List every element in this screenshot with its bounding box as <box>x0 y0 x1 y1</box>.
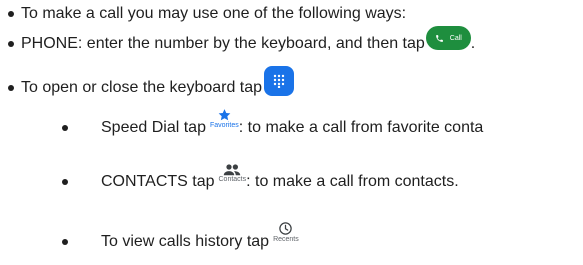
people-icon <box>224 164 241 176</box>
bullet-dot <box>62 125 68 131</box>
clock-icon <box>279 222 293 235</box>
bullet-item-keyboard: To open or close the keyboard tap <box>0 66 295 100</box>
bullet-dot <box>62 239 68 245</box>
phone-icon <box>435 34 443 42</box>
speed-dial-text: Speed Dial tap <box>101 119 206 136</box>
bullet-dot <box>8 85 14 91</box>
keyboard-instruction-text: To open or close the keyboard tap <box>21 79 263 96</box>
contacts-description: : to make a call from contacts. <box>246 173 459 190</box>
phone-instruction-period: . <box>470 35 476 52</box>
call-button-label: Call <box>449 34 462 42</box>
star-icon <box>218 109 231 121</box>
favorites-label: Favorites <box>209 122 239 129</box>
bullet-item-intro: To make a call you may use one of the fo… <box>0 4 406 24</box>
speed-dial-description: : to make a call from favorite conta <box>238 119 484 136</box>
call-button[interactable]: Call <box>425 26 471 50</box>
bullet-item-phone: PHONE: enter the number by the keyboard,… <box>0 26 475 56</box>
sub-item-speed-dial: Speed Dial tap Favorites : to make a cal… <box>0 109 484 138</box>
phone-instruction-text: PHONE: enter the number by the keyboard,… <box>21 35 425 52</box>
intro-text: To make a call you may use one of the fo… <box>21 5 407 22</box>
bullet-dot <box>8 11 14 17</box>
dialpad-button[interactable] <box>264 66 295 96</box>
contacts-text: CONTACTS tap <box>101 173 215 190</box>
contacts-button[interactable]: Contacts <box>218 164 247 184</box>
sub-item-recents: To view calls history tap Recents <box>0 222 299 252</box>
sub-item-contacts: CONTACTS tap Contacts : to make a call f… <box>0 164 459 192</box>
recents-label: Recents <box>273 236 299 243</box>
contacts-label: Contacts <box>218 176 247 183</box>
dialpad-icon <box>273 74 285 88</box>
recents-button[interactable]: Recents <box>273 221 299 244</box>
recents-text: To view calls history tap <box>101 233 270 250</box>
favorites-button[interactable]: Favorites <box>210 108 239 130</box>
bullet-dot <box>8 41 14 47</box>
bullet-dot <box>62 179 68 185</box>
